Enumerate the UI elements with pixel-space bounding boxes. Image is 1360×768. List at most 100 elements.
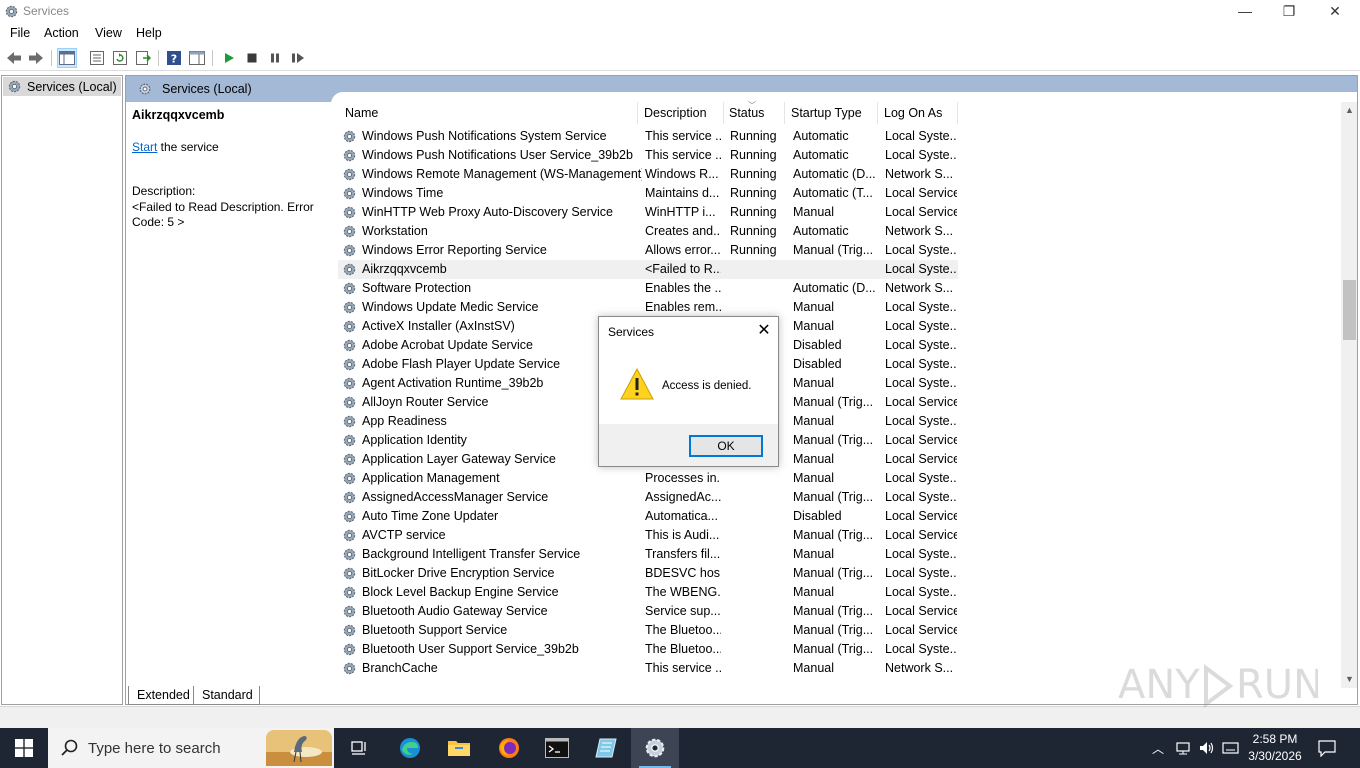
- svg-text:ANY: ANY: [1118, 662, 1200, 708]
- service-log-on-as: Network S...: [885, 281, 954, 295]
- forward-arrow-icon[interactable]: [26, 48, 46, 68]
- tab-extended[interactable]: Extended: [128, 686, 197, 705]
- dialog-close-icon[interactable]: ✕: [754, 321, 774, 341]
- action-pane-icon[interactable]: [187, 48, 207, 68]
- notification-center-icon[interactable]: [1318, 740, 1336, 757]
- menu-file[interactable]: File: [10, 26, 30, 40]
- warning-icon: [620, 368, 654, 400]
- scrollbar-thumb[interactable]: [1343, 280, 1356, 340]
- column-divider[interactable]: [784, 102, 785, 124]
- tree-node-services-local[interactable]: Services (Local): [3, 77, 121, 96]
- service-gear-icon: [342, 585, 357, 600]
- column-divider[interactable]: [637, 102, 638, 124]
- vertical-scrollbar[interactable]: ▲ ▼: [1341, 102, 1357, 688]
- service-gear-icon: [342, 319, 357, 334]
- service-gear-icon: [342, 509, 357, 524]
- service-startup-type: Manual (Trig...: [793, 528, 874, 542]
- service-gear-icon: [342, 281, 357, 296]
- chevron-up-icon[interactable]: ︿: [1152, 740, 1164, 757]
- windows-start-icon[interactable]: [0, 728, 48, 768]
- notepad-app-icon[interactable]: [582, 728, 630, 768]
- service-description: Processes in...: [645, 471, 721, 485]
- menu-view[interactable]: View: [95, 26, 122, 40]
- service-description: Windows R...: [645, 167, 719, 181]
- service-startup-type: Manual (Trig...: [793, 243, 874, 257]
- services-taskbar-icon[interactable]: [631, 728, 679, 768]
- scroll-up-arrow-icon[interactable]: ▲: [1341, 102, 1357, 119]
- service-gear-icon: [342, 566, 357, 581]
- start-service-link[interactable]: Start: [132, 140, 157, 154]
- export-list-icon[interactable]: [133, 48, 153, 68]
- column-header-name[interactable]: Name: [345, 106, 378, 124]
- service-gear-icon: [342, 148, 357, 163]
- column-header-description[interactable]: Description: [644, 106, 707, 124]
- service-row[interactable]: Windows Push Notifications System Servic…: [338, 127, 958, 146]
- command-prompt-icon[interactable]: [533, 728, 581, 768]
- service-row[interactable]: BitLocker Drive Encryption Service BDESVC…: [338, 564, 958, 583]
- service-row[interactable]: Windows Time Maintains d... Running Automat…: [338, 184, 958, 203]
- volume-icon[interactable]: [1198, 740, 1216, 756]
- service-startup-type: Manual: [793, 300, 834, 314]
- service-log-on-as: Local Syste...: [885, 566, 957, 580]
- service-row[interactable]: Block Level Backup Engine Service The WBE…: [338, 583, 958, 602]
- task-view-icon[interactable]: [336, 728, 384, 768]
- clock-time[interactable]: 2:58 PM: [1247, 732, 1303, 746]
- service-name: Windows Update Medic Service: [362, 300, 539, 314]
- pause-service-icon[interactable]: [265, 48, 285, 68]
- tree-node-label: Services (Local): [27, 80, 117, 94]
- clock-date[interactable]: 3/30/2026: [1244, 749, 1306, 763]
- network-icon[interactable]: [1175, 740, 1191, 756]
- search-icon: [61, 739, 78, 756]
- service-row[interactable]: Application Management Processes in... Man…: [338, 469, 958, 488]
- service-name: Bluetooth User Support Service_39b2b: [362, 642, 579, 656]
- menu-action[interactable]: Action: [44, 26, 79, 40]
- service-row[interactable]: Bluetooth Audio Gateway Service Service s…: [338, 602, 958, 621]
- properties-icon[interactable]: [87, 48, 107, 68]
- refresh-icon[interactable]: [110, 48, 130, 68]
- minimize-button[interactable]: —: [1222, 0, 1268, 23]
- column-divider[interactable]: [877, 102, 878, 124]
- close-window-button[interactable]: ✕: [1312, 0, 1358, 23]
- service-name: Auto Time Zone Updater: [362, 509, 499, 523]
- maximize-button[interactable]: ❐: [1266, 0, 1312, 23]
- back-arrow-icon[interactable]: [4, 48, 24, 68]
- access-denied-dialog: Services ✕ Access is denied. OK: [598, 316, 779, 467]
- service-gear-icon: [342, 243, 357, 258]
- restart-service-icon[interactable]: [288, 48, 308, 68]
- service-row[interactable]: Bluetooth User Support Service_39b2b The …: [338, 640, 958, 659]
- service-gear-icon: [342, 547, 357, 562]
- edge-browser-icon[interactable]: [386, 728, 434, 768]
- firefox-icon[interactable]: [485, 728, 533, 768]
- tab-standard[interactable]: Standard: [193, 686, 260, 705]
- service-row[interactable]: AVCTP service This is Audi... Manual (Trig…: [338, 526, 958, 545]
- help-icon[interactable]: ?: [164, 48, 184, 68]
- service-row[interactable]: Background Intelligent Transfer Service T…: [338, 545, 958, 564]
- taskbar-search-box[interactable]: Type here to search: [48, 728, 334, 768]
- start-service-play-icon[interactable]: [219, 48, 239, 68]
- show-hide-console-tree-icon[interactable]: [57, 48, 77, 68]
- service-row[interactable]: Windows Push Notifications User Service_…: [338, 146, 958, 165]
- service-row[interactable]: AssignedAccessManager Service AssignedAc.…: [338, 488, 958, 507]
- column-header-log-on-as[interactable]: Log On As: [884, 106, 942, 124]
- service-row[interactable]: Bluetooth Support Service The Bluetoo... M…: [338, 621, 958, 640]
- service-startup-type: Manual: [793, 452, 834, 466]
- keyboard-layout-icon[interactable]: [1222, 740, 1240, 756]
- service-row[interactable]: Windows Error Reporting Service Allows er…: [338, 241, 958, 260]
- service-row[interactable]: BranchCache This service ... Manual Network…: [338, 659, 958, 678]
- stop-service-icon[interactable]: [242, 48, 262, 68]
- service-row[interactable]: Auto Time Zone Updater Automatica... Disab…: [338, 507, 958, 526]
- service-row[interactable]: Software Protection Enables the ... Automa…: [338, 279, 958, 298]
- service-row[interactable]: WinHTTP Web Proxy Auto-Discovery Service…: [338, 203, 958, 222]
- service-row[interactable]: Aikrzqqxvcemb <Failed to R... Local Syste.…: [338, 260, 958, 279]
- file-explorer-icon[interactable]: [435, 728, 483, 768]
- service-row[interactable]: Windows Remote Management (WS-Management…: [338, 165, 958, 184]
- column-divider[interactable]: [957, 102, 958, 124]
- service-row[interactable]: Windows Update Medic Service Enables rem.…: [338, 298, 958, 317]
- column-header-status[interactable]: Status: [729, 106, 764, 124]
- service-row[interactable]: Workstation Creates and... Running Automati…: [338, 222, 958, 241]
- service-description: Enables the ...: [645, 281, 721, 295]
- ok-button[interactable]: OK: [689, 435, 763, 457]
- menu-help[interactable]: Help: [136, 26, 162, 40]
- column-header-startup-type[interactable]: Startup Type: [791, 106, 862, 124]
- column-divider[interactable]: [723, 102, 724, 124]
